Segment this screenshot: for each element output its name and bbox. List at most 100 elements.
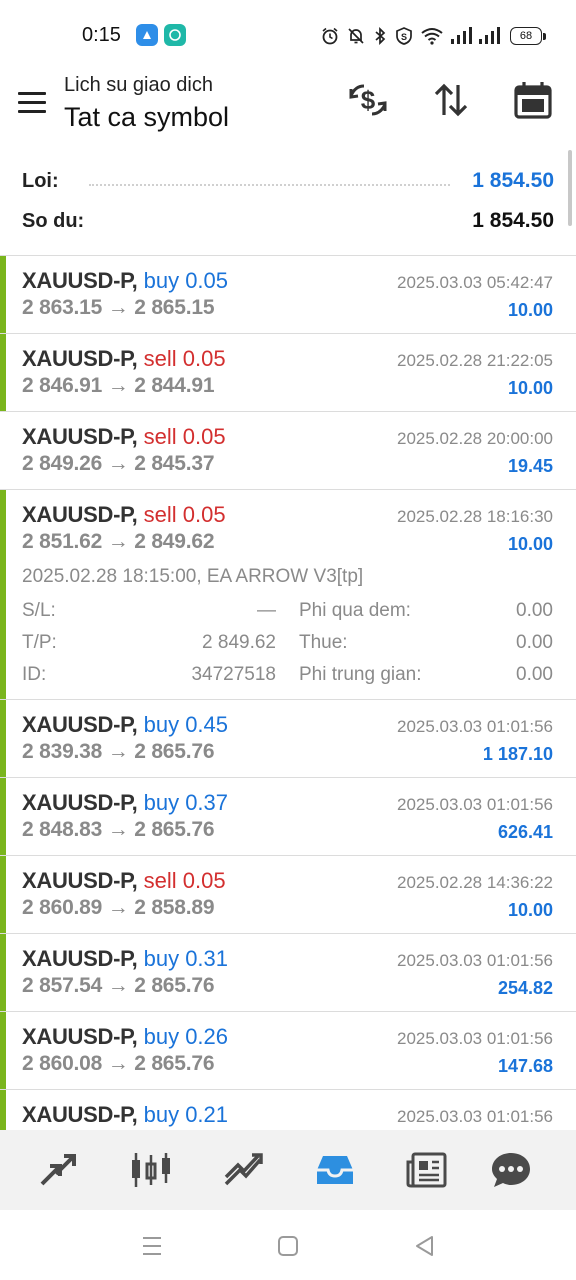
trade-row[interactable]: XAUUSD-P, sell 0.05 2 851.62 → 2 849.62 20… xyxy=(0,490,576,700)
bluetooth-icon xyxy=(375,26,386,46)
trade-title: XAUUSD-P, buy 0.21 xyxy=(22,1102,228,1128)
trade-profit: 10.00 xyxy=(507,534,553,554)
dotted-leader xyxy=(88,184,451,186)
trade-type: sell 0.05 xyxy=(143,424,226,449)
trade-row[interactable]: XAUUSD-P, sell 0.05 2 849.26 → 2 845.37 20… xyxy=(0,412,576,490)
trade-symbol: XAUUSD-P, xyxy=(22,268,138,293)
position-indicator-bar xyxy=(0,1012,6,1089)
calendar-icon[interactable] xyxy=(511,78,555,122)
trade-icon[interactable] xyxy=(220,1148,268,1192)
trade-title: XAUUSD-P, sell 0.05 xyxy=(22,346,226,372)
trade-symbol: XAUUSD-P, xyxy=(22,1102,138,1127)
trade-profit: 254.82 xyxy=(497,978,553,998)
trade-prices: 2 857.54 → 2 865.76 xyxy=(22,974,215,997)
status-icons: S 68 xyxy=(320,22,546,50)
trade-prices: 2 863.15 → 2 865.15 xyxy=(22,296,215,319)
trade-type: buy 0.45 xyxy=(143,712,229,737)
wifi-icon xyxy=(421,28,443,45)
home-icon[interactable] xyxy=(274,1232,302,1260)
trade-time: 2025.03.03 05:42:47 xyxy=(397,273,553,292)
trade-time: 2025.02.28 21:22:05 xyxy=(397,351,553,370)
detail-label: S/L: xyxy=(22,600,56,621)
trade-time: 2025.03.03 01:01:56 xyxy=(397,717,553,736)
trade-title: XAUUSD-P, buy 0.05 xyxy=(22,268,228,294)
trade-row[interactable]: XAUUSD-P, sell 0.05 2 846.91 → 2 844.91 20… xyxy=(0,334,576,412)
bell-off-icon xyxy=(348,28,364,44)
battery-indicator: 68 xyxy=(510,27,546,45)
trade-symbol: XAUUSD-P, xyxy=(22,502,138,527)
trade-prices: 2 851.62 → 2 849.62 xyxy=(22,530,215,553)
chart-icon[interactable] xyxy=(127,1148,175,1192)
history-icon[interactable] xyxy=(311,1148,359,1192)
trade-title: XAUUSD-P, sell 0.05 xyxy=(22,868,226,894)
trade-profit: 1 187.10 xyxy=(482,744,553,764)
trade-detail-row: S/L: — Phi qua dem: 0.00 xyxy=(22,600,553,626)
trade-title: XAUUSD-P, sell 0.05 xyxy=(22,424,226,450)
trade-prices: 2 860.08 → 2 865.76 xyxy=(22,1052,215,1075)
detail-value: 0.00 xyxy=(516,600,553,621)
system-navigation xyxy=(0,1210,576,1280)
trade-row[interactable]: XAUUSD-P, sell 0.05 2 860.89 → 2 858.89 20… xyxy=(0,856,576,934)
trade-type: buy 0.37 xyxy=(143,790,229,815)
trade-type: buy 0.05 xyxy=(143,268,229,293)
detail-value: 0.00 xyxy=(516,664,553,685)
detail-label: T/P: xyxy=(22,632,57,653)
trade-time: 2025.02.28 14:36:22 xyxy=(397,873,553,892)
trade-profit: 10.00 xyxy=(507,900,553,920)
trade-detail-row: ID: 34727518 Phi trung gian: 0.00 xyxy=(22,664,553,690)
status-bar: 0:15 S 68 xyxy=(0,0,576,72)
trade-row[interactable]: XAUUSD-P, buy 0.45 2 839.38 → 2 865.76 202… xyxy=(0,700,576,778)
trade-row[interactable]: XAUUSD-P, buy 0.31 2 857.54 → 2 865.76 202… xyxy=(0,934,576,1012)
trade-row[interactable]: XAUUSD-P, buy 0.05 2 863.15 → 2 865.15 202… xyxy=(0,256,576,334)
account-summary: Loi: 1 854.50 So du: 1 854.50 xyxy=(0,158,576,254)
page-title[interactable]: Tat ca symbol xyxy=(64,102,229,133)
alarm-icon xyxy=(322,27,338,45)
balance-row: So du: 1 854.50 xyxy=(22,206,554,236)
trade-type: sell 0.05 xyxy=(143,502,226,527)
profit-row: Loi: 1 854.50 xyxy=(22,166,554,196)
trade-profit: 10.00 xyxy=(507,378,553,398)
chat-icon[interactable] xyxy=(487,1148,535,1192)
position-indicator-bar xyxy=(0,1090,6,1130)
recent-apps-icon[interactable] xyxy=(138,1232,166,1260)
app-notification-icon xyxy=(136,24,158,46)
trade-type: buy 0.21 xyxy=(143,1102,229,1127)
news-icon[interactable] xyxy=(403,1148,451,1192)
trade-time: 2025.03.03 01:01:56 xyxy=(397,1107,553,1126)
trade-list[interactable]: XAUUSD-P, buy 0.05 2 863.15 → 2 865.15 202… xyxy=(0,256,576,1130)
page-subtitle: Lich su giao dich xyxy=(64,74,213,96)
trade-time: 2025.02.28 20:00:00 xyxy=(397,429,553,448)
trade-symbol: XAUUSD-P, xyxy=(22,1024,138,1049)
trade-row[interactable]: XAUUSD-P, buy 0.37 2 848.83 → 2 865.76 202… xyxy=(0,778,576,856)
currency-exchange-icon[interactable]: $ xyxy=(346,78,390,122)
quotes-icon[interactable] xyxy=(34,1148,82,1192)
balance-value: 1 854.50 xyxy=(472,209,554,232)
menu-icon[interactable] xyxy=(16,90,48,118)
trade-symbol: XAUUSD-P, xyxy=(22,346,138,371)
trade-prices: 2 846.91 → 2 844.91 xyxy=(22,374,215,397)
svg-text:$: $ xyxy=(361,85,376,115)
trade-title: XAUUSD-P, buy 0.37 xyxy=(22,790,228,816)
trade-type: sell 0.05 xyxy=(143,346,226,371)
trade-time: 2025.02.28 18:16:30 xyxy=(397,507,553,526)
signal-icon xyxy=(451,27,472,44)
trade-profit: 147.68 xyxy=(497,1056,553,1076)
trade-title: XAUUSD-P, buy 0.31 xyxy=(22,946,228,972)
position-indicator-bar xyxy=(0,256,6,333)
sort-icon[interactable] xyxy=(429,78,473,122)
detail-label: Phi trung gian: xyxy=(299,664,422,685)
trade-type: buy 0.31 xyxy=(143,946,229,971)
trade-type: buy 0.26 xyxy=(143,1024,229,1049)
back-icon[interactable] xyxy=(411,1232,439,1260)
bottom-navigation xyxy=(0,1130,576,1210)
status-time: 0:15 xyxy=(82,24,121,46)
trade-symbol: XAUUSD-P, xyxy=(22,868,138,893)
trade-prices: 2 849.26 → 2 845.37 xyxy=(22,452,215,475)
trade-row[interactable]: XAUUSD-P, buy 0.21 2025.03.03 01:01:56 xyxy=(0,1090,576,1130)
trade-title: XAUUSD-P, sell 0.05 xyxy=(22,502,226,528)
trade-row[interactable]: XAUUSD-P, buy 0.26 2 860.08 → 2 865.76 202… xyxy=(0,1012,576,1090)
trade-time: 2025.03.03 01:01:56 xyxy=(397,1029,553,1048)
scrollbar[interactable] xyxy=(568,150,572,226)
messenger-icon xyxy=(164,24,186,46)
trade-profit: 626.41 xyxy=(497,822,553,842)
